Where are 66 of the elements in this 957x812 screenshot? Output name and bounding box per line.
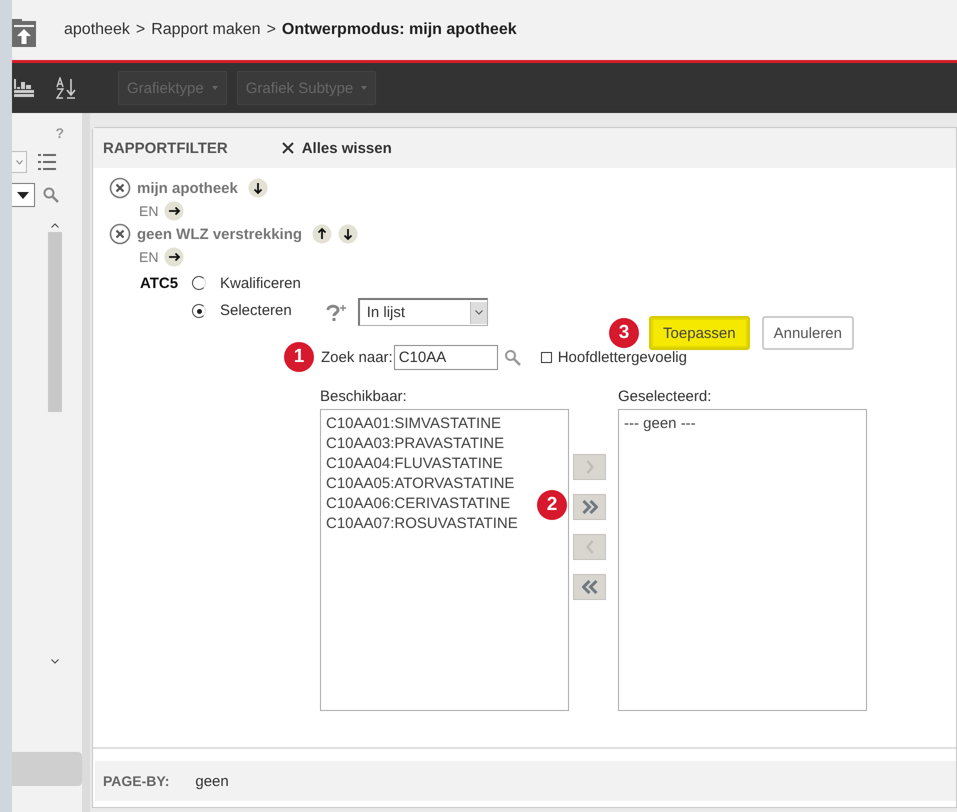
double-chevron-right-icon (582, 500, 598, 514)
chevron-down-icon (474, 310, 483, 315)
breadcrumb-separator: > (266, 21, 276, 39)
arrow-right-icon[interactable] (164, 247, 184, 267)
connector-label: EN (139, 249, 158, 265)
arrow-up-icon[interactable] (312, 224, 332, 244)
arrow-right-icon[interactable] (164, 201, 184, 221)
condition-name[interactable]: geen WLZ verstrekking (137, 226, 302, 242)
scrollbar-thumb[interactable] (48, 232, 62, 412)
list-label: Beschikbaar: (320, 388, 408, 405)
list-option[interactable]: C10AA01:SIMVASTATINE (326, 414, 502, 434)
double-chevron-left-icon (582, 580, 598, 594)
arrow-down-icon[interactable] (338, 224, 358, 244)
step-badge: 3 (609, 318, 640, 348)
chevron-down-icon (51, 659, 59, 664)
step-badge: 2 (537, 490, 567, 520)
condition-name[interactable]: mijn apotheek (137, 180, 238, 196)
arrow-down-icon[interactable] (248, 178, 268, 198)
search-label: Zoek naar: (321, 348, 393, 366)
page-by-value: geen (195, 772, 229, 790)
search-icon (43, 187, 59, 203)
search-field[interactable]: C10AA (394, 344, 498, 370)
checkbox-label[interactable]: Hoofdlettergevoelig (558, 348, 687, 366)
clear-all-button[interactable]: Alles wissen (282, 140, 392, 156)
apply-button[interactable]: Toepassen (649, 316, 750, 350)
radio-button[interactable] (192, 276, 206, 290)
list-option[interactable]: C10AA04:FLUVASTATINE (326, 454, 503, 474)
caret-down-icon (17, 192, 29, 198)
list-option[interactable]: C10AA05:ATORVASTATINE (326, 474, 514, 494)
close-icon (282, 142, 294, 154)
breadcrumb-separator: > (136, 21, 146, 39)
connector-label: EN (139, 203, 158, 219)
list-option[interactable]: C10AA07:ROSUVASTATINE (326, 514, 518, 534)
chart-table-icon (14, 79, 34, 97)
breadcrumb-link[interactable]: apotheek (64, 21, 130, 39)
sort-az-icon (56, 77, 78, 99)
radio-button[interactable] (192, 304, 206, 318)
list-icon (38, 154, 56, 170)
chevron-left-icon (586, 540, 594, 554)
transfer-button[interactable] (573, 574, 606, 600)
step-badge: 1 (284, 342, 314, 372)
transfer-button[interactable] (573, 494, 606, 520)
radio-label[interactable]: Kwalificeren (220, 274, 301, 292)
operator-dropdown[interactable]: In lijst (358, 298, 488, 326)
checkbox[interactable] (540, 352, 552, 362)
chevron-right-icon (586, 460, 594, 474)
radio-label[interactable]: Selecteren (220, 302, 292, 319)
page-by-label: PAGE-BY: (103, 773, 170, 789)
list-option[interactable]: C10AA06:CERIVASTATINE (326, 494, 510, 514)
breadcrumb-current: Ontwerpmodus: mijn apotheek (282, 21, 517, 39)
chevron-up-icon (51, 223, 59, 228)
remove-circle-icon[interactable] (109, 223, 131, 245)
cancel-button[interactable]: Annuleren (762, 316, 854, 350)
help-label: ? (55, 125, 64, 141)
list-label: Geselecteerd: (618, 388, 712, 405)
list-option[interactable]: --- geen --- (624, 414, 696, 434)
filter-dropdown[interactable] (12, 183, 35, 207)
remove-circle-icon[interactable] (109, 177, 131, 199)
filter-title: RAPPORTFILTER (103, 140, 228, 156)
selected-list[interactable]: --- geen --- (618, 409, 867, 711)
list-option[interactable]: C10AA03:PRAVASTATINE (326, 434, 504, 454)
chevron-down-icon (16, 160, 22, 164)
breadcrumb-link[interactable]: Rapport maken (151, 21, 261, 39)
attribute-label: ATC5 (140, 274, 180, 292)
search-icon[interactable] (504, 348, 521, 366)
help-plus-icon (326, 304, 348, 324)
